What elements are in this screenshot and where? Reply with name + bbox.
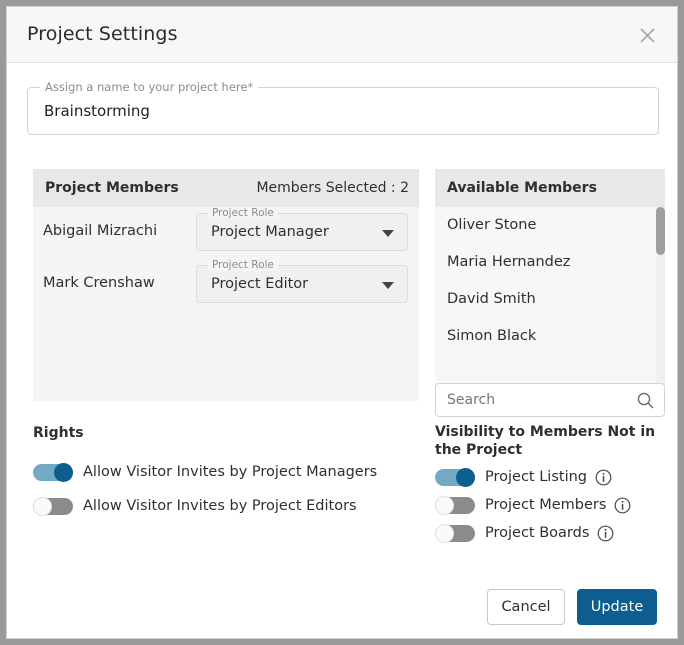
- dialog-header: Project Settings: [7, 7, 677, 63]
- project-members-panel: Project Members Members Selected : 2 Abi…: [33, 169, 419, 401]
- right-label: Allow Visitor Invites by Project Editors: [83, 498, 357, 514]
- visibility-label: Project Listing: [485, 469, 587, 485]
- role-select-value: Project Manager: [211, 224, 329, 240]
- scrollbar-thumb[interactable]: [656, 207, 665, 255]
- available-members-panel: Available Members Oliver Stone Maria Her…: [435, 169, 665, 401]
- right-toggle-editors[interactable]: Allow Visitor Invites by Project Editors: [33, 489, 377, 523]
- visibility-toggle-project-members[interactable]: Project Members: [435, 491, 631, 519]
- role-select-label: Project Role: [208, 259, 278, 271]
- member-name: Abigail Mizrachi: [43, 223, 158, 239]
- table-row: Mark Crenshaw Project Role Project Edito…: [33, 259, 419, 311]
- update-button[interactable]: Update: [577, 589, 657, 625]
- info-glyph: [615, 497, 631, 513]
- members-selected-count: Members Selected : 2: [256, 180, 409, 196]
- dialog-body: Assign a name to your project here* Brai…: [7, 63, 677, 638]
- dialog-footer: Cancel Update: [487, 589, 657, 625]
- info-icon[interactable]: [595, 469, 612, 486]
- toggle-switch-on[interactable]: [435, 467, 475, 487]
- available-members-list: Oliver Stone Maria Hernandez David Smith…: [435, 207, 665, 355]
- visibility-label: Project Members: [485, 497, 607, 513]
- visibility-toggle-project-listing[interactable]: Project Listing: [435, 463, 631, 491]
- toggle-switch-off[interactable]: [435, 523, 475, 543]
- search-input[interactable]: Search: [435, 383, 665, 417]
- close-icon[interactable]: [631, 19, 663, 51]
- info-icon[interactable]: [614, 497, 631, 514]
- page-title: Project Settings: [27, 23, 178, 45]
- project-members-title: Project Members: [45, 180, 179, 196]
- right-toggle-managers[interactable]: Allow Visitor Invites by Project Manager…: [33, 455, 377, 489]
- cancel-button[interactable]: Cancel: [487, 589, 565, 625]
- visibility-toggle-project-boards[interactable]: Project Boards: [435, 519, 631, 547]
- close-glyph: [639, 27, 655, 43]
- list-item[interactable]: David Smith: [435, 281, 665, 318]
- member-name: Mark Crenshaw: [43, 275, 155, 291]
- role-select-mark[interactable]: Project Role Project Editor: [196, 259, 408, 303]
- available-members-title: Available Members: [447, 180, 597, 196]
- role-select-abigail[interactable]: Project Role Project Manager: [196, 207, 408, 251]
- visibility-label: Project Boards: [485, 525, 590, 541]
- project-name-label: Assign a name to your project here*: [40, 80, 259, 94]
- chevron-down-icon: [382, 282, 394, 289]
- toggle-knob: [54, 462, 73, 482]
- rights-title: Rights: [33, 425, 84, 441]
- list-item[interactable]: Simon Black: [435, 318, 665, 355]
- toggle-knob: [435, 495, 454, 515]
- project-settings-dialog: Project Settings Assign a name to your p…: [6, 6, 678, 639]
- list-item[interactable]: Maria Hernandez: [435, 244, 665, 281]
- list-item[interactable]: Oliver Stone: [435, 207, 665, 244]
- info-glyph: [595, 469, 612, 485]
- role-select-value: Project Editor: [211, 276, 309, 292]
- toggle-switch-on[interactable]: [33, 462, 73, 482]
- info-glyph: [597, 525, 614, 541]
- available-members-header: Available Members: [435, 169, 665, 207]
- role-select-label: Project Role: [208, 207, 278, 219]
- toggle-switch-off[interactable]: [33, 496, 73, 516]
- info-icon[interactable]: [597, 525, 614, 542]
- toggle-knob: [435, 523, 454, 543]
- project-name-input[interactable]: Brainstorming: [44, 102, 150, 120]
- chevron-down-icon: [382, 230, 394, 237]
- toggle-knob: [456, 467, 475, 487]
- visibility-title: Visibility to Members Not in the Project: [435, 424, 656, 458]
- visibility-list: Project Listing Project Members Project …: [435, 463, 631, 547]
- project-name-field[interactable]: Assign a name to your project here* Brai…: [27, 80, 659, 135]
- search-glyph: [637, 392, 654, 409]
- toggle-switch-off[interactable]: [435, 495, 475, 515]
- search-icon[interactable]: [636, 391, 655, 414]
- search-placeholder: Search: [447, 392, 496, 408]
- table-row: Abigail Mizrachi Project Role Project Ma…: [33, 207, 419, 259]
- toggle-knob: [33, 496, 52, 516]
- right-label: Allow Visitor Invites by Project Manager…: [83, 464, 378, 480]
- rights-list: Allow Visitor Invites by Project Manager…: [33, 455, 377, 523]
- project-members-header: Project Members Members Selected : 2: [33, 169, 419, 207]
